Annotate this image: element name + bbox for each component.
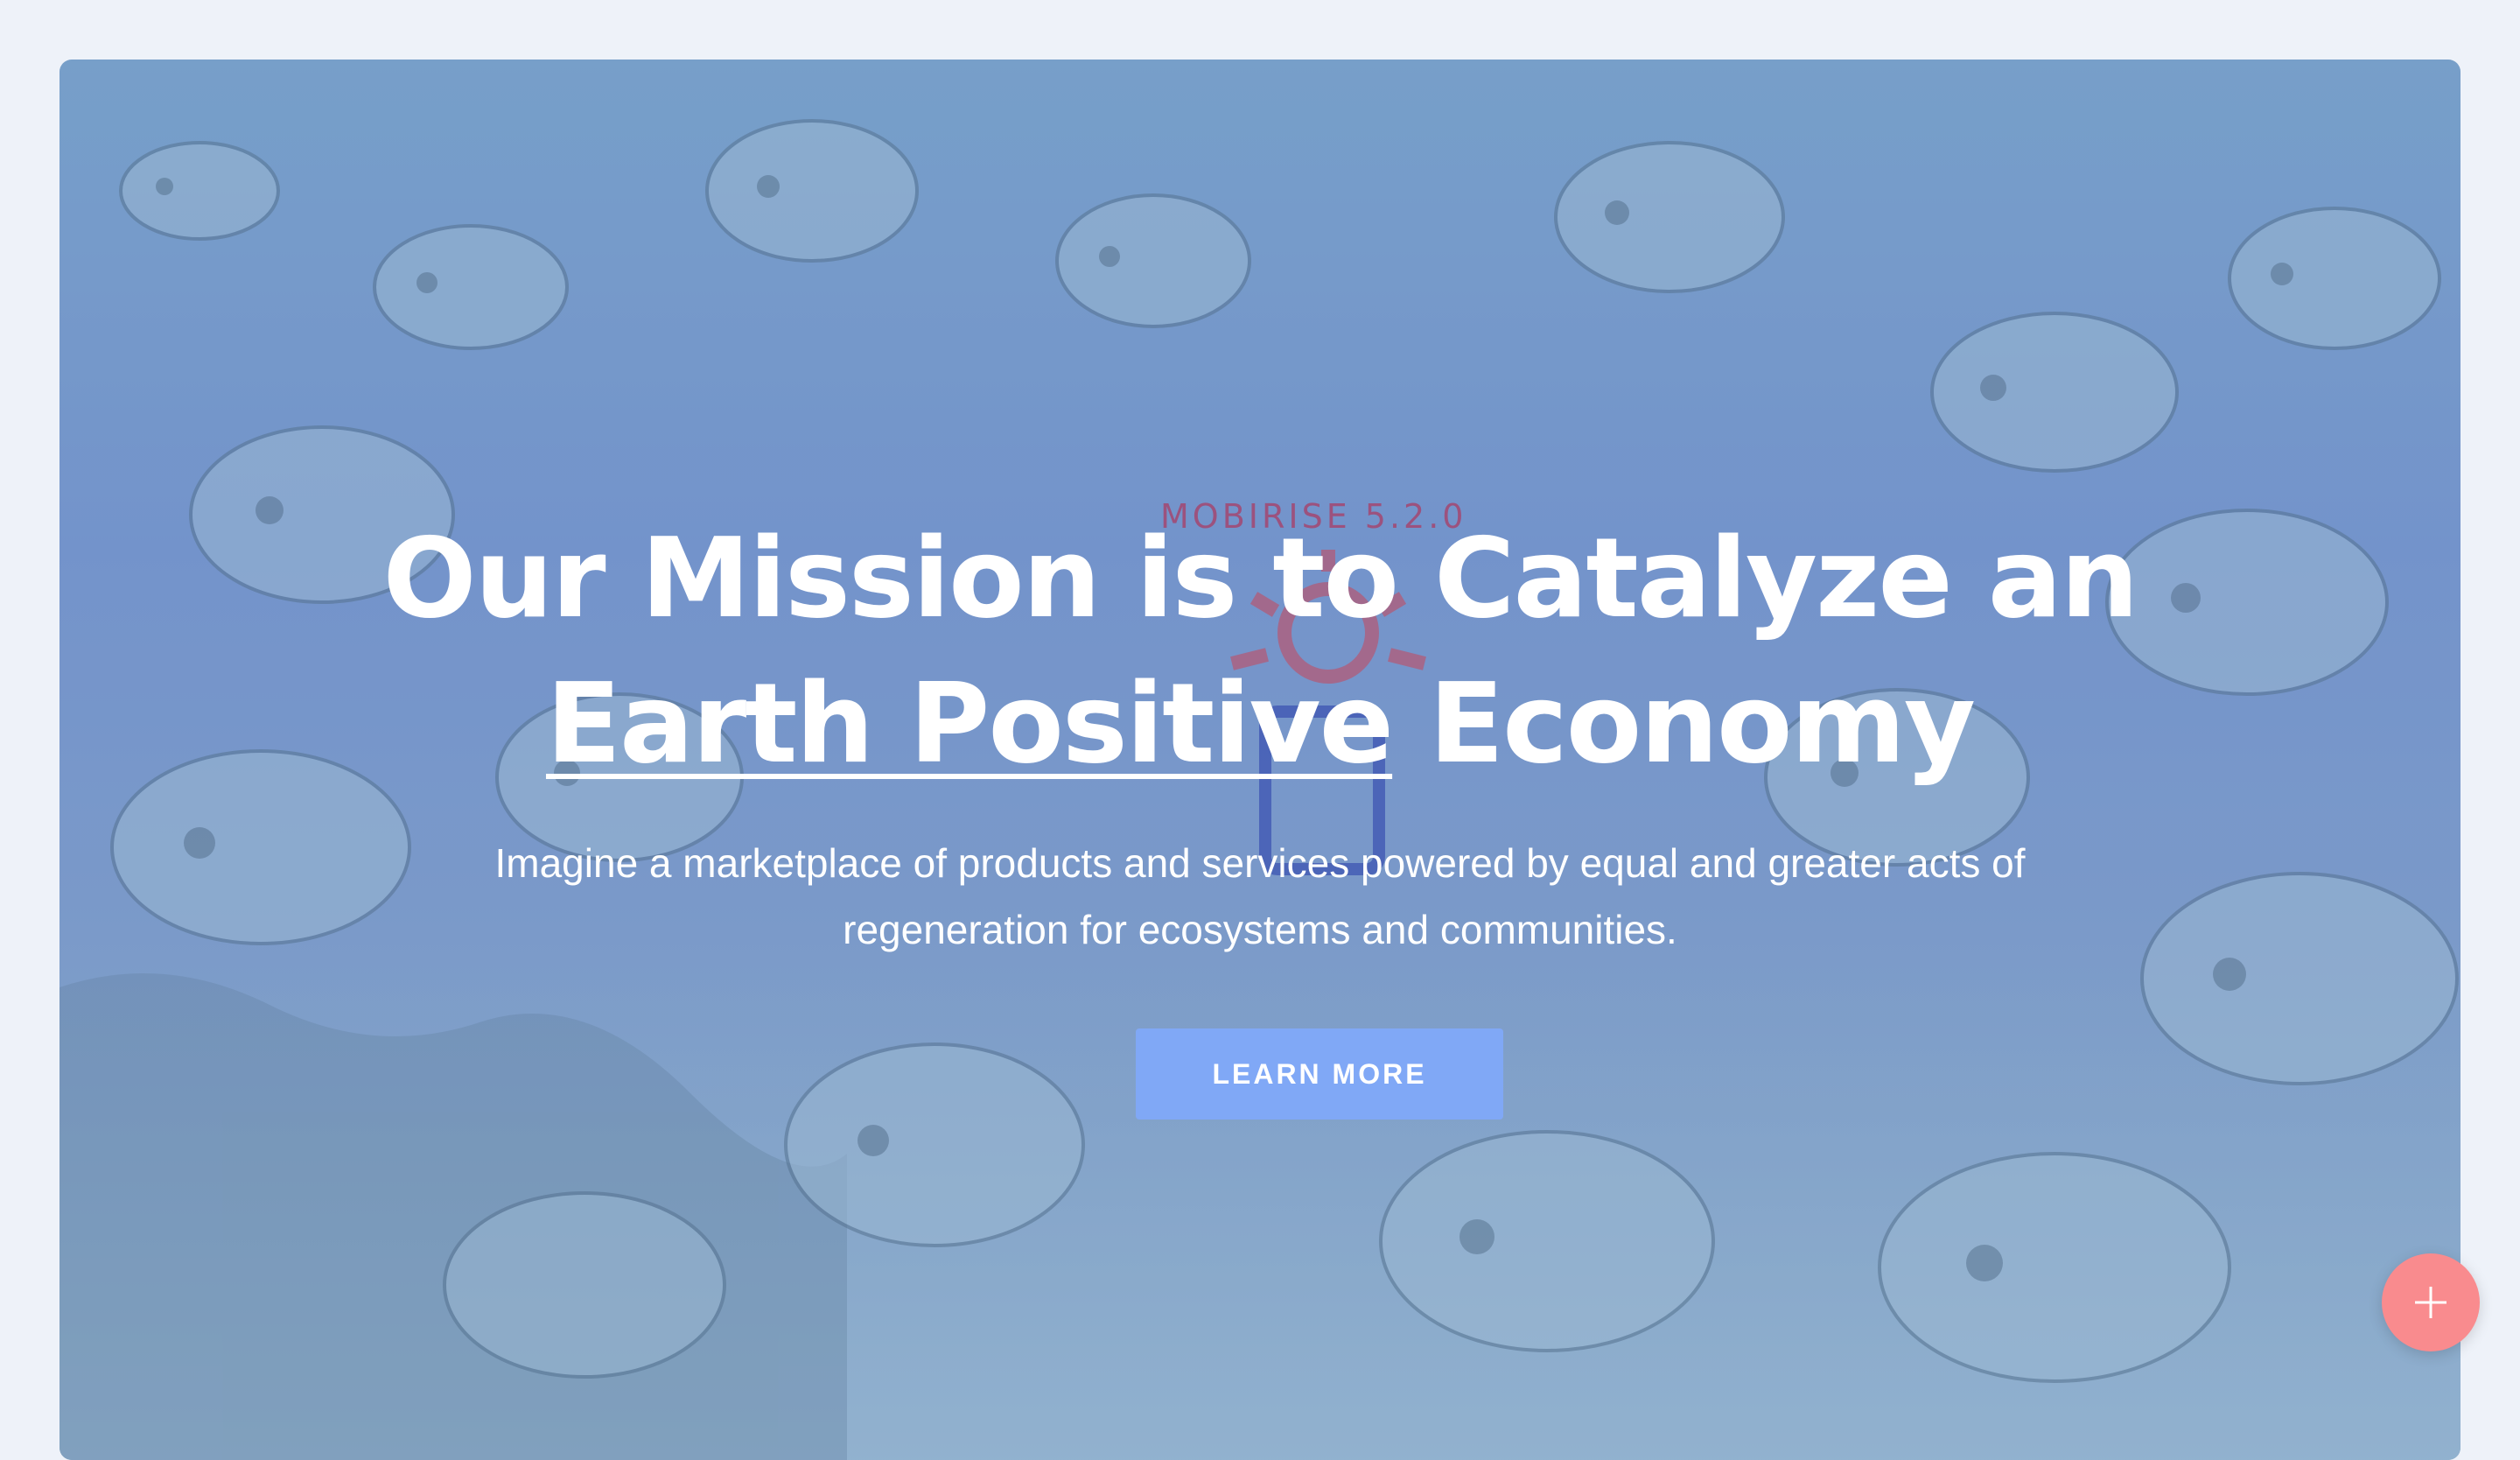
headline-line-1: Our Mission is to Catalyze an [382,514,2139,642]
hero-content: MOBIRISE 5.2.0 Our Mission is to Catalyz… [60,60,2460,1460]
plus-icon [2415,1287,2446,1318]
headline-underlined-text: Earth Positive [545,659,1394,788]
add-block-button[interactable] [2382,1253,2480,1351]
headline-rest-text: Economy [1392,659,1976,788]
hero-section: MOBIRISE 5.2.0 Our Mission is to Catalyz… [60,60,2460,1460]
hero-subtitle: Imagine a marketplace of products and se… [494,840,2026,952]
hero-headline: Our Mission is to Catalyze an Earth Posi… [60,506,2460,797]
learn-more-button[interactable]: LEARN MORE [1136,1028,1503,1120]
